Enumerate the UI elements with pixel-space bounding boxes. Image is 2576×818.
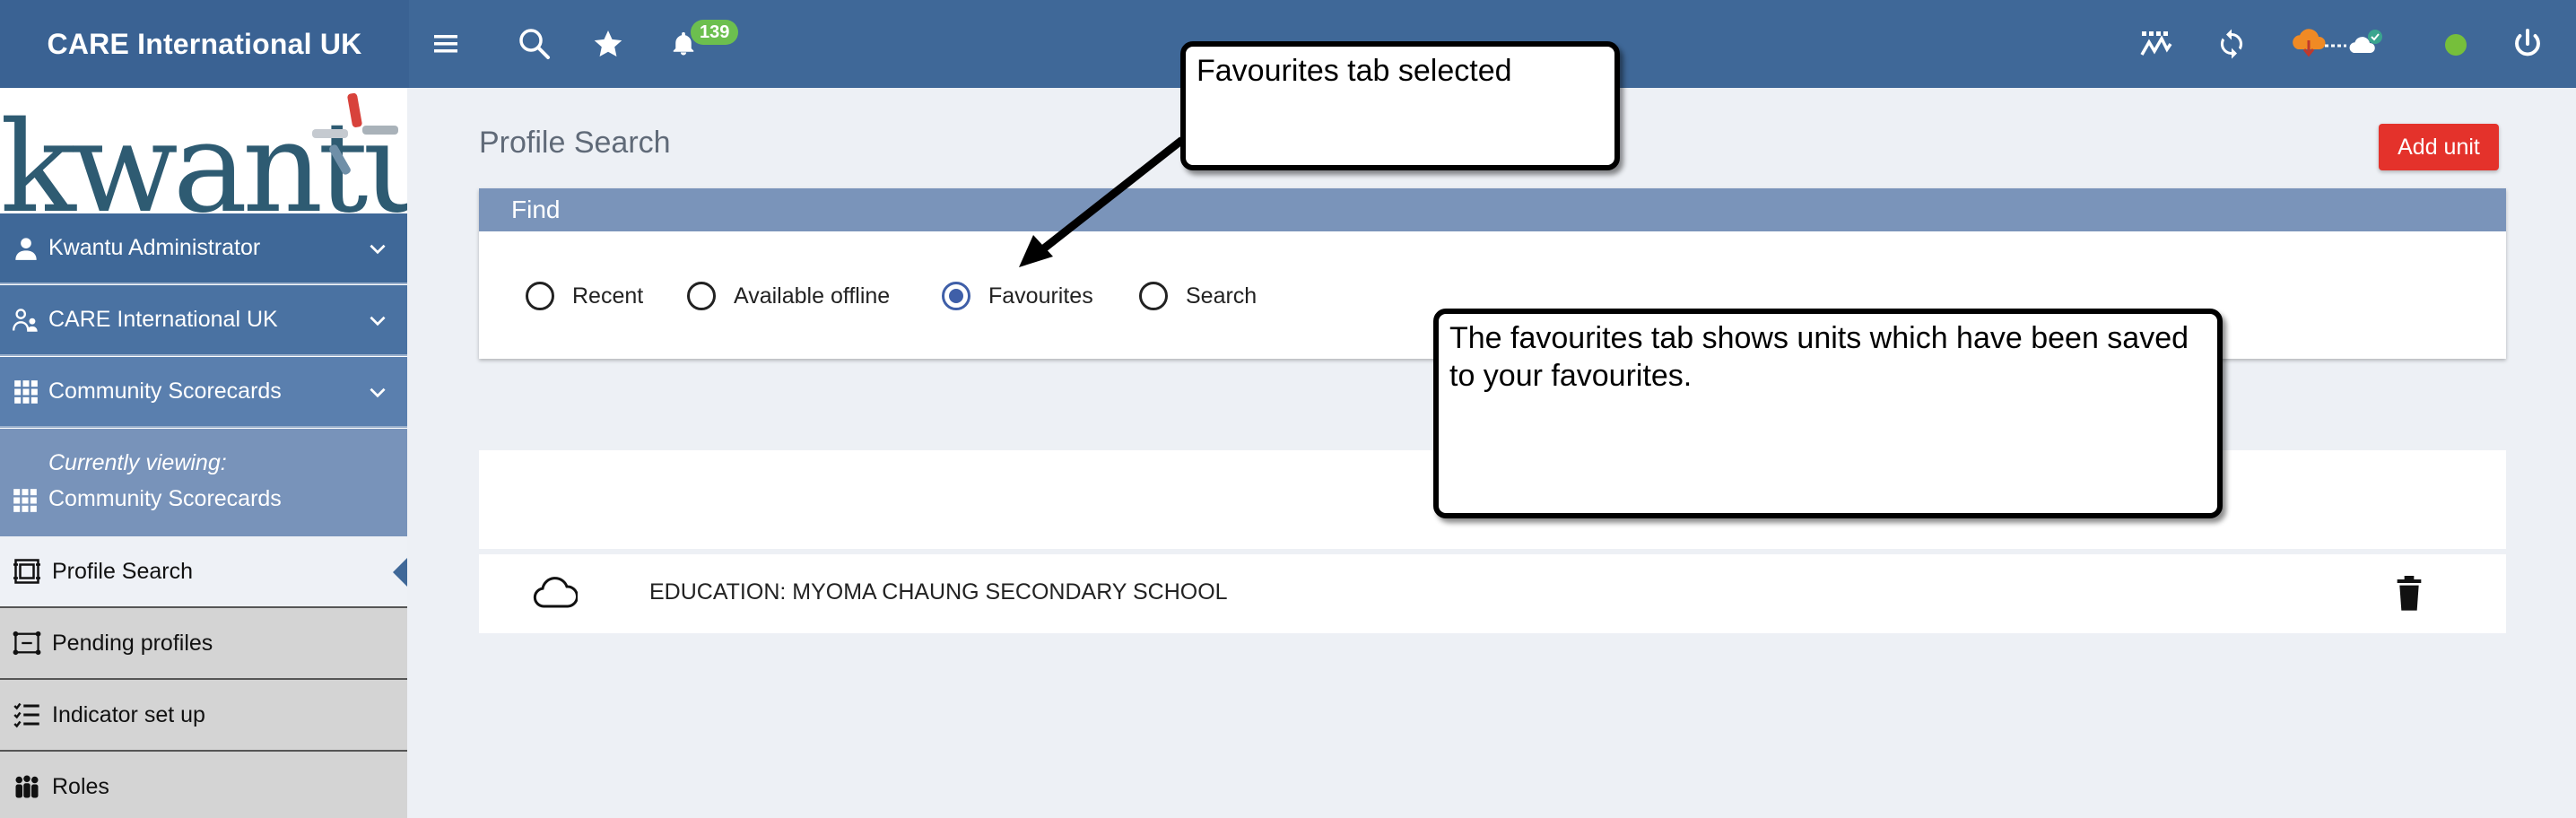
sync-icon[interactable] <box>2214 26 2250 62</box>
chevron-down-icon[interactable] <box>366 237 389 260</box>
sidebar-item-label: Profile Search <box>52 558 194 584</box>
sidebar-item-roles[interactable]: Roles <box>0 752 407 818</box>
sidebar-item-label: Kwantu Administrator <box>48 235 261 260</box>
pending-icon <box>13 629 41 657</box>
sidebar-item-profile-search[interactable]: Profile Search <box>0 536 407 608</box>
sidebar-item-label: CARE International UK <box>48 307 278 332</box>
table-row[interactable]: EDUCATION: MYOMA CHAUNG SECONDARY SCHOOL <box>479 554 2506 633</box>
sidebar-item-pending-profiles[interactable]: Pending profiles <box>0 608 407 680</box>
chevron-down-icon[interactable] <box>366 309 389 332</box>
profile-search-icon <box>13 557 41 586</box>
add-unit-button[interactable]: Add unit <box>2379 124 2499 170</box>
radio-button[interactable] <box>1139 282 1168 310</box>
sidebar-item-community-scorecards[interactable]: Community Scorecards <box>0 357 407 428</box>
currently-viewing-panel: Currently viewing: Community Scorecards <box>0 429 407 536</box>
star-icon[interactable] <box>590 26 626 62</box>
menu-icon[interactable] <box>429 26 465 62</box>
active-indicator <box>393 558 407 587</box>
radio-label: Search <box>1186 283 1258 309</box>
sidebar-item-label: Indicator set up <box>52 701 205 727</box>
radio-button[interactable] <box>526 282 554 310</box>
sidebar-item-care-international[interactable]: CARE International UK <box>0 285 407 356</box>
radio-button[interactable] <box>942 282 970 310</box>
cloud-icon[interactable] <box>533 576 579 614</box>
people-icon <box>13 772 41 801</box>
currently-viewing-name: Community Scorecards <box>48 486 282 511</box>
search-icon[interactable] <box>517 26 553 62</box>
apps-grid-icon <box>13 379 39 405</box>
sidebar-item-kwantu-administrator[interactable]: Kwantu Administrator <box>0 213 407 284</box>
upload-cloud-icon[interactable] <box>2289 26 2397 62</box>
kwantu-logo: kwantu <box>0 88 407 213</box>
radio-favourites[interactable]: Favourites <box>942 282 1093 310</box>
radio-label: Recent <box>572 283 644 309</box>
power-icon[interactable] <box>2510 26 2546 62</box>
sidebar-item-label: Pending profiles <box>52 630 213 656</box>
callout-favourites-tab: Favourites tab selected <box>1180 41 1620 170</box>
brand-title[interactable]: CARE International UK <box>0 0 409 88</box>
online-status-icon <box>2445 34 2467 56</box>
radio-search[interactable]: Search <box>1139 282 1257 310</box>
callout-favourites-info: The favourites tab shows units which hav… <box>1433 309 2223 518</box>
find-header: Find <box>479 188 2506 231</box>
chevron-down-icon[interactable] <box>366 380 389 404</box>
radio-recent[interactable]: Recent <box>526 282 643 310</box>
organisation-icon <box>13 307 39 334</box>
sidebar: kwantu Kwantu Administrator CARE Interna… <box>0 88 407 818</box>
notification-count-badge: 139 <box>691 20 739 45</box>
sidebar-item-label: Roles <box>52 773 109 799</box>
radio-available-offline[interactable]: Available offline <box>687 282 890 310</box>
user-icon <box>13 235 39 262</box>
sidebar-item-indicator-set-up[interactable]: Indicator set up <box>0 680 407 752</box>
sidebar-item-label: Community Scorecards <box>48 379 282 404</box>
radio-button[interactable] <box>687 282 716 310</box>
radio-label: Available offline <box>734 283 891 309</box>
chart-icon[interactable] <box>2138 26 2174 62</box>
unit-title[interactable]: EDUCATION: MYOMA CHAUNG SECONDARY SCHOOL <box>649 579 1228 605</box>
page-title: Profile Search <box>479 126 671 160</box>
checklist-icon <box>13 701 41 729</box>
apps-grid-icon <box>13 488 38 519</box>
currently-viewing-label: Currently viewing: <box>48 450 227 475</box>
trash-icon[interactable] <box>2395 576 2424 616</box>
radio-label: Favourites <box>988 283 1093 309</box>
